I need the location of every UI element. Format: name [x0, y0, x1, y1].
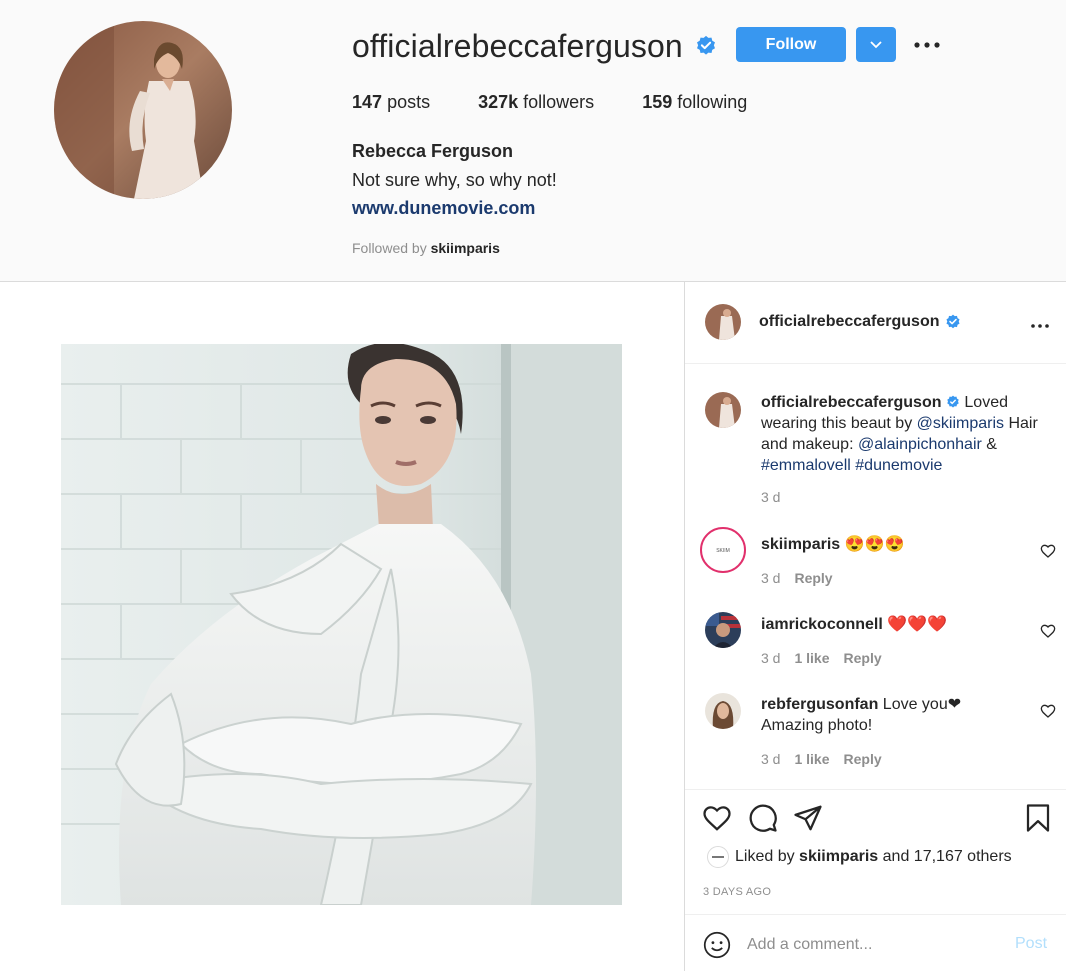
caption-author[interactable]: officialrebeccaferguson — [761, 394, 942, 411]
comment-age: 3 d — [761, 650, 781, 666]
comment-icon[interactable] — [748, 803, 778, 833]
comment: iamrickoconnell ❤️❤️❤️ — [761, 614, 1021, 635]
comment-meta: 3 d 1 like Reply — [761, 751, 882, 767]
follow-dropdown-button[interactable] — [856, 27, 896, 62]
post-author-name: officialrebeccaferguson — [759, 313, 940, 330]
post-author[interactable]: officialrebeccaferguson — [759, 313, 961, 331]
comment-meta: 3 d Reply — [761, 570, 833, 586]
followed-by-prefix: Followed by — [352, 240, 427, 256]
post-image[interactable] — [61, 344, 622, 905]
verified-icon — [947, 395, 959, 408]
post-header: officialrebeccaferguson — [685, 282, 1066, 364]
reply-button[interactable]: Reply — [794, 570, 832, 586]
comment-age: 3 d — [761, 570, 781, 586]
caption-hashtag[interactable]: #emmalovell — [761, 457, 851, 474]
svg-text:SKIIM: SKIIM — [716, 548, 730, 554]
verified-icon — [696, 35, 715, 55]
comment-box: Post — [685, 914, 1066, 971]
comment-user[interactable]: iamrickoconnell — [761, 616, 883, 633]
followed-by[interactable]: Followed by skiimparis — [352, 240, 500, 256]
posts-stat: 147 posts — [352, 92, 430, 113]
comment-like-icon[interactable] — [1040, 623, 1056, 639]
more-options-icon[interactable] — [912, 30, 942, 60]
caption-hashtag[interactable]: #dunemovie — [855, 457, 942, 474]
bookmark-icon[interactable] — [1023, 803, 1053, 833]
post-more-options-icon[interactable] — [1031, 312, 1049, 333]
liked-by-prefix: Liked by — [735, 848, 795, 865]
comment-likes[interactable]: 1 like — [794, 751, 829, 767]
commenter-avatar[interactable]: SKIIM — [700, 527, 746, 573]
caption-author-avatar[interactable] — [705, 392, 741, 428]
followers-count: 327k — [478, 92, 519, 112]
profile-bio: Not sure why, so why not! — [352, 170, 557, 190]
verified-icon — [945, 314, 960, 329]
comment-like-icon[interactable] — [1040, 703, 1056, 719]
comment-input[interactable] — [747, 933, 1007, 957]
chevron-down-icon — [870, 40, 882, 48]
follow-button[interactable]: Follow — [736, 27, 846, 62]
heart-icon[interactable] — [702, 803, 732, 833]
share-icon[interactable] — [793, 803, 823, 833]
post-comment-button[interactable]: Post — [1015, 935, 1047, 953]
liked-by-suffix[interactable]: and 17,167 others — [883, 848, 1012, 866]
comment-like-icon[interactable] — [1040, 543, 1056, 559]
caption-mention[interactable]: @alainpichonhair — [858, 436, 982, 453]
following-label: following — [677, 92, 748, 112]
commenter-avatar[interactable] — [705, 693, 741, 729]
post-caption: officialrebeccaferguson Loved wearing th… — [761, 392, 1051, 476]
caption-text: & — [981, 436, 997, 453]
liked-by[interactable]: Liked by skiimparis and 17,167 others — [707, 846, 1012, 868]
profile-header: officialrebeccaferguson Follow 147 posts… — [0, 0, 1066, 282]
emoji-icon[interactable] — [703, 931, 731, 959]
caption-meta: 3 d — [761, 489, 780, 505]
profile-full-name: Rebecca Ferguson — [352, 141, 514, 161]
comment: skiimparis 😍😍😍 — [761, 534, 1021, 555]
comment-meta: 3 d 1 like Reply — [761, 650, 882, 666]
comment-text: ❤️❤️❤️ — [882, 616, 948, 633]
followers-label: followers — [523, 92, 595, 112]
comment-age: 3 d — [761, 751, 781, 767]
posts-count: 147 — [352, 92, 383, 112]
following-stat[interactable]: 159 following — [642, 92, 747, 113]
profile-website-link[interactable]: www.dunemovie.com — [352, 198, 535, 219]
comment-user[interactable]: rebfergusonfan — [761, 696, 878, 713]
comment: rebfergusonfan Love you❤ Amazing photo! — [761, 694, 1021, 736]
comment-user[interactable]: skiimparis — [761, 536, 840, 553]
comment-likes[interactable]: 1 like — [794, 650, 829, 666]
post-author-avatar[interactable] — [705, 304, 741, 340]
profile-avatar[interactable] — [54, 21, 232, 199]
liked-by-user[interactable]: skiimparis — [799, 848, 878, 866]
caption-age: 3 d — [761, 489, 781, 505]
post-side-panel: officialrebeccaferguson officialrebeccaf… — [684, 282, 1066, 971]
commenter-avatar[interactable] — [705, 612, 741, 648]
username-row: officialrebeccaferguson — [352, 26, 717, 66]
reply-button[interactable]: Reply — [844, 650, 882, 666]
reply-button[interactable]: Reply — [844, 751, 882, 767]
profile-stats: 147 posts 327k followers 159 following — [352, 92, 795, 113]
post-timestamp[interactable]: 3 DAYS AGO — [703, 886, 771, 898]
following-count: 159 — [642, 92, 673, 112]
followers-stat[interactable]: 327k followers — [478, 92, 594, 113]
caption-mention[interactable]: @skiimparis — [917, 415, 1004, 432]
liker-avatar — [707, 846, 729, 868]
post-actions: Liked by skiimparis and 17,167 others 3 … — [685, 789, 1066, 971]
profile-username: officialrebeccaferguson — [352, 27, 683, 64]
posts-label: posts — [387, 92, 431, 112]
followed-by-user: skiimparis — [430, 240, 500, 256]
comment-text: 😍😍😍 — [840, 536, 905, 553]
